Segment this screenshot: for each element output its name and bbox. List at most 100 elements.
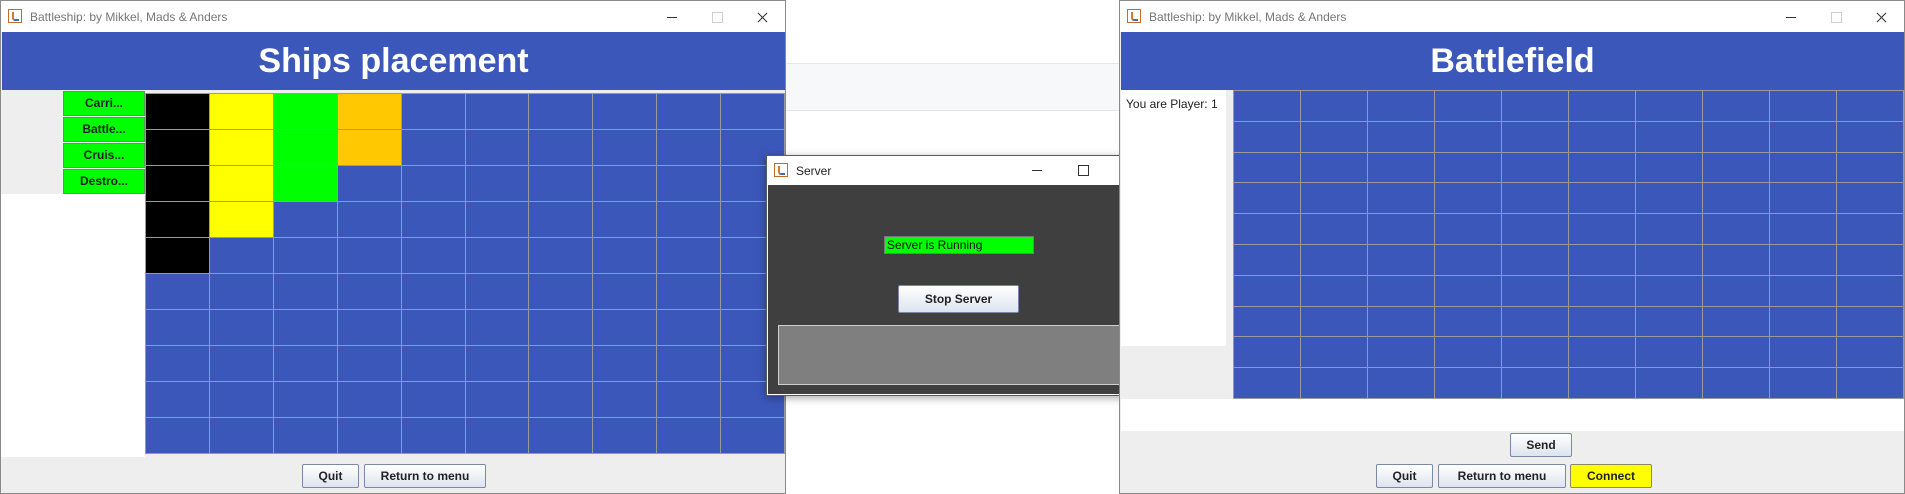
- board-cell[interactable]: [593, 202, 658, 238]
- board-cell[interactable]: [465, 130, 530, 166]
- board-cell[interactable]: [337, 418, 402, 454]
- board-cell[interactable]: [529, 418, 594, 454]
- board-cell[interactable]: [1636, 368, 1703, 399]
- board-cell[interactable]: [1502, 91, 1569, 122]
- board-cell[interactable]: [337, 130, 402, 166]
- board-cell[interactable]: [1636, 183, 1703, 215]
- board-cell[interactable]: [1502, 121, 1569, 153]
- board-cell[interactable]: [1636, 244, 1703, 276]
- board-cell[interactable]: [401, 130, 466, 166]
- board-cell[interactable]: [146, 382, 210, 418]
- board-cell[interactable]: [1569, 244, 1636, 276]
- board-cell[interactable]: [209, 94, 274, 130]
- board-cell[interactable]: [401, 166, 466, 202]
- board-cell[interactable]: [1636, 91, 1703, 122]
- board-cell[interactable]: [273, 418, 338, 454]
- quit-button[interactable]: Quit: [302, 464, 359, 488]
- board-cell[interactable]: [209, 346, 274, 382]
- title-bar[interactable]: Battleship: by Mikkel, Mads & Anders: [1, 1, 785, 32]
- board-cell[interactable]: [1502, 337, 1569, 369]
- minimize-icon[interactable]: [1776, 6, 1806, 28]
- battleship-ship-button[interactable]: Battle...: [63, 117, 145, 142]
- board-cell[interactable]: [1234, 91, 1301, 122]
- board-cell[interactable]: [1435, 275, 1502, 307]
- close-icon[interactable]: [1866, 6, 1896, 28]
- board-cell[interactable]: [529, 274, 594, 310]
- board-cell[interactable]: [1234, 306, 1301, 338]
- board-cell[interactable]: [1770, 91, 1837, 122]
- board-cell[interactable]: [1569, 152, 1636, 184]
- board-cell[interactable]: [1234, 337, 1301, 369]
- board-cell[interactable]: [529, 94, 594, 130]
- board-cell[interactable]: [1502, 152, 1569, 184]
- board-cell[interactable]: [273, 238, 338, 274]
- board-cell[interactable]: [1837, 306, 1904, 338]
- board-cell[interactable]: [273, 382, 338, 418]
- board-cell[interactable]: [337, 94, 402, 130]
- board-cell[interactable]: [1636, 275, 1703, 307]
- board-cell[interactable]: [1368, 214, 1435, 245]
- board-cell[interactable]: [1703, 183, 1770, 215]
- maximize-icon[interactable]: [1068, 159, 1098, 181]
- server-log-area[interactable]: [778, 325, 1140, 385]
- board-cell[interactable]: [1368, 183, 1435, 215]
- board-cell[interactable]: [1837, 152, 1904, 184]
- board-cell[interactable]: [209, 418, 274, 454]
- board-cell[interactable]: [146, 202, 210, 238]
- board-cell[interactable]: [1435, 337, 1502, 369]
- board-cell[interactable]: [1502, 244, 1569, 276]
- title-bar[interactable]: Battleship: by Mikkel, Mads & Anders: [1120, 1, 1904, 32]
- board-cell[interactable]: [273, 166, 338, 202]
- board-cell[interactable]: [273, 346, 338, 382]
- board-cell[interactable]: [593, 94, 658, 130]
- board-cell[interactable]: [273, 94, 338, 130]
- board-cell[interactable]: [1301, 152, 1368, 184]
- cruiser-ship-button[interactable]: Cruis...: [63, 143, 145, 168]
- board-cell[interactable]: [146, 310, 210, 346]
- board-cell[interactable]: [529, 130, 594, 166]
- battlefield-board[interactable]: [1233, 90, 1904, 399]
- board-cell[interactable]: [337, 166, 402, 202]
- board-cell[interactable]: [1435, 306, 1502, 338]
- board-cell[interactable]: [593, 166, 658, 202]
- board-cell[interactable]: [209, 166, 274, 202]
- board-cell[interactable]: [1502, 275, 1569, 307]
- board-cell[interactable]: [1435, 121, 1502, 153]
- board-cell[interactable]: [1703, 214, 1770, 245]
- board-cell[interactable]: [401, 202, 466, 238]
- board-cell[interactable]: [593, 238, 658, 274]
- board-cell[interactable]: [1569, 91, 1636, 122]
- board-cell[interactable]: [1770, 306, 1837, 338]
- placement-board[interactable]: [145, 93, 785, 454]
- board-cell[interactable]: [657, 310, 722, 346]
- board-cell[interactable]: [593, 130, 658, 166]
- board-cell[interactable]: [401, 346, 466, 382]
- board-cell[interactable]: [1636, 337, 1703, 369]
- return-to-menu-button[interactable]: Return to menu: [364, 464, 486, 488]
- board-cell[interactable]: [1770, 214, 1837, 245]
- board-cell[interactable]: [1703, 337, 1770, 369]
- board-cell[interactable]: [529, 310, 594, 346]
- board-cell[interactable]: [401, 94, 466, 130]
- board-cell[interactable]: [1234, 214, 1301, 245]
- connect-button[interactable]: Connect: [1570, 464, 1652, 488]
- board-cell[interactable]: [273, 130, 338, 166]
- minimize-icon[interactable]: [657, 6, 687, 28]
- board-cell[interactable]: [1234, 275, 1301, 307]
- board-cell[interactable]: [1770, 152, 1837, 184]
- board-cell[interactable]: [1435, 183, 1502, 215]
- close-icon[interactable]: [747, 6, 777, 28]
- board-cell[interactable]: [1435, 91, 1502, 122]
- board-cell[interactable]: [1569, 121, 1636, 153]
- board-cell[interactable]: [1301, 244, 1368, 276]
- board-cell[interactable]: [273, 274, 338, 310]
- board-cell[interactable]: [465, 274, 530, 310]
- board-cell[interactable]: [465, 238, 530, 274]
- board-cell[interactable]: [146, 274, 210, 310]
- board-cell[interactable]: [465, 382, 530, 418]
- board-cell[interactable]: [465, 310, 530, 346]
- board-cell[interactable]: [593, 310, 658, 346]
- board-cell[interactable]: [337, 382, 402, 418]
- minimize-icon[interactable]: [1022, 159, 1052, 181]
- board-cell[interactable]: [1368, 121, 1435, 153]
